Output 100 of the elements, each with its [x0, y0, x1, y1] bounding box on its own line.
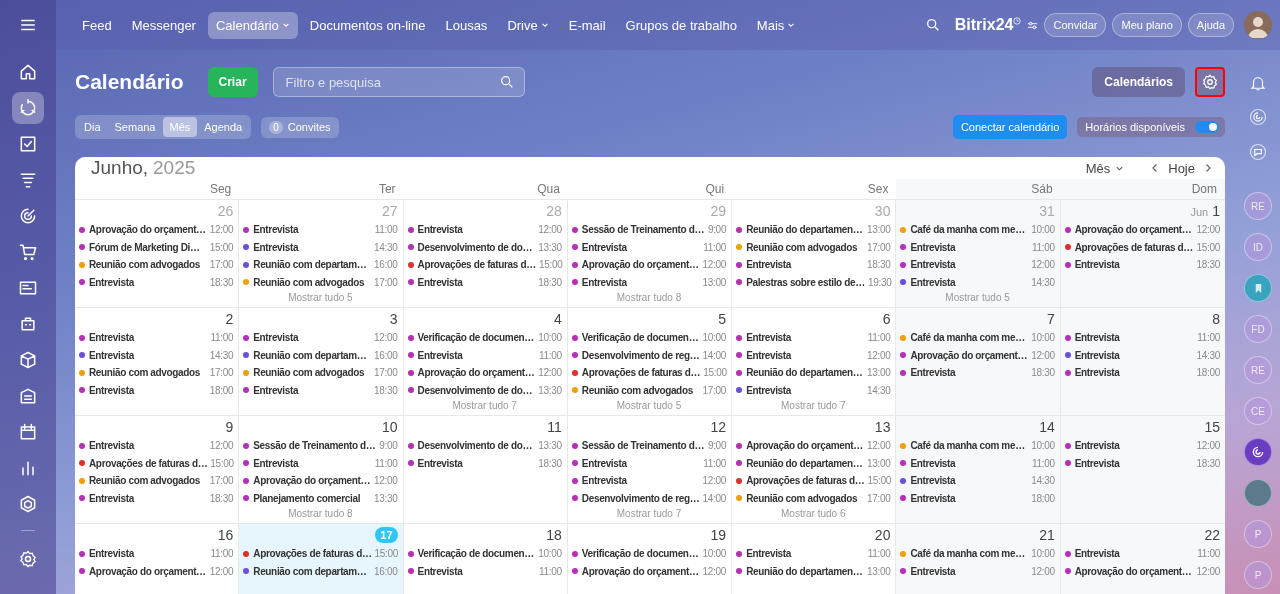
event-item[interactable]: Reunião com advogados 17:00	[79, 364, 234, 382]
day-cell[interactable]: 10 Sessão de Treinamento d… 9:00 Entrevista 11:00 Aprovação do orçament… 12:00 Planejamento comercial 13:30 Mostrar tudo 8	[239, 416, 404, 523]
event-item[interactable]: Café da manha com me… 10:00	[900, 221, 1055, 239]
day-cell[interactable]: 29 Sessão de Treinamento d… 9:00 Entrevista 11:00 Aprovação do orçament… 12:00 Entrevista 13:00 Mostrar tudo 8	[567, 200, 733, 307]
day-cell[interactable]: 5 Verificação de documen… 10:00 Desenvolvimento de reg… 14:00 Aprovações de faturas d… 15:00 Reunião com advogados 17:00 Mostrar tudo 5	[567, 308, 733, 415]
event-item[interactable]: Entrevista 14:30	[1064, 346, 1220, 364]
day-cell[interactable]: Jun 1 Aprovação do orçament… 12:00 Aprovações de faturas d… 15:00 Entrevista 18:30	[1060, 200, 1225, 307]
event-item[interactable]: Reunião com advogados 17:00	[571, 381, 727, 399]
bell-icon[interactable]	[1249, 74, 1267, 92]
chat-icon[interactable]	[1248, 142, 1268, 162]
event-item[interactable]: Reunião do departamen… 13:00	[736, 364, 891, 382]
event-item[interactable]: Desenvolvimento de do… 13:30	[407, 437, 562, 455]
event-item[interactable]: Aprovações de faturas d… 15:00	[1064, 238, 1220, 256]
event-item[interactable]: Aprovação do orçament… 12:00	[571, 562, 727, 580]
event-item[interactable]: Entrevista 11:00	[1064, 329, 1220, 347]
event-item[interactable]: Reunião com advogados 17:00	[736, 489, 891, 507]
day-cell[interactable]: 27 Entrevista 11:00 Entrevista 14:30 Reunião com departam… 16:00 Reunião com advogados 17:00 Mostrar tudo 5	[239, 200, 404, 307]
event-item[interactable]: Entrevista 12:00	[736, 346, 891, 364]
day-cell[interactable]: 4 Verificação de documen… 10:00 Entrevista 11:00 Aprovação do orçament… 12:00 Desenvolvimento de do… 13:30 Mostrar tudo 7	[403, 308, 568, 415]
search-icon[interactable]	[498, 74, 515, 90]
event-item[interactable]: Entrevista 18:00	[1064, 364, 1220, 382]
event-item[interactable]: Entrevista 11:00	[900, 238, 1055, 256]
event-item[interactable]: Entrevista 11:00	[407, 562, 562, 580]
today-button[interactable]: Hoje	[1166, 160, 1197, 176]
event-item[interactable]: Reunião com departam… 16:00	[243, 346, 398, 364]
nav-tab[interactable]: E-mail	[560, 11, 614, 39]
event-item[interactable]: Reunião com departam… 16:00	[243, 562, 398, 580]
event-item[interactable]: Entrevista 12:00	[243, 329, 398, 347]
event-item[interactable]: Reunião com advogados 17:00	[243, 273, 398, 291]
event-item[interactable]: Aprovações de faturas d… 15:00	[79, 454, 234, 472]
event-item[interactable]: Entrevista 18:30	[1064, 256, 1220, 274]
event-item[interactable]: Reunião do departamen… 13:00	[736, 221, 891, 239]
event-item[interactable]: Entrevista 11:00	[79, 545, 234, 563]
event-item[interactable]: Entrevista 18:30	[79, 489, 234, 507]
event-item[interactable]: Aprovação do orçament… 12:00	[407, 364, 562, 382]
event-item[interactable]: Sessão de Treinamento d… 9:00	[571, 221, 727, 239]
event-item[interactable]: Entrevista 11:00	[736, 329, 891, 347]
event-item[interactable]: Reunião com advogados 17:00	[79, 472, 234, 490]
event-item[interactable]: Verificação de documen… 10:00	[571, 545, 727, 563]
event-item[interactable]: Aprovação do orçament… 12:00	[736, 437, 891, 455]
calendars-button[interactable]: Calendários	[1092, 67, 1185, 97]
nav-tab[interactable]: Documentos on-line	[301, 11, 434, 39]
day-cell[interactable]: 28 Entrevista 12:00 Desenvolvimento de do… 13:30 Aprovações de faturas d… 15:00 Entrevista 18:30	[403, 200, 568, 307]
search-icon[interactable]	[924, 17, 941, 33]
user-avatar[interactable]	[1244, 11, 1272, 39]
sliders-icon[interactable]	[1027, 19, 1039, 31]
view-dropdown[interactable]: Mês	[1079, 159, 1131, 177]
event-item[interactable]: Entrevista 12:00	[571, 472, 727, 490]
toggle-switch[interactable]	[1195, 121, 1219, 133]
day-cell[interactable]: 15 Entrevista 12:00 Entrevista 18:30	[1060, 416, 1225, 523]
event-item[interactable]: Desenvolvimento de do… 13:30	[407, 381, 562, 399]
event-item[interactable]: Verificação de documen… 10:00	[407, 329, 562, 347]
event-item[interactable]: Verificação de documen… 10:00	[571, 329, 727, 347]
event-item[interactable]: Entrevista 14:30	[736, 381, 891, 399]
event-item[interactable]: Desenvolvimento de reg… 14:00	[571, 346, 727, 364]
day-cell[interactable]: 8 Entrevista 11:00 Entrevista 14:30 Entrevista 18:00	[1060, 308, 1225, 415]
event-item[interactable]: Entrevista 11:00	[571, 238, 727, 256]
settings-icon[interactable]	[18, 549, 38, 569]
event-item[interactable]: Reunião do departamen… 13:00	[736, 562, 891, 580]
event-item[interactable]: Aprovação do orçament… 12:00	[79, 221, 234, 239]
event-item[interactable]: Entrevista 18:30	[79, 273, 234, 291]
event-item[interactable]: Verificação de documen… 10:00	[407, 545, 562, 563]
event-item[interactable]: Entrevista 12:00	[79, 437, 234, 455]
day-cell[interactable]: 31 Café da manha com me… 10:00 Entrevista 11:00 Entrevista 12:00 Entrevista 14:30 Mostrar tudo 5	[896, 200, 1061, 307]
nav-tab[interactable]: Lousas	[437, 11, 496, 39]
event-item[interactable]: Aprovação do orçament… 12:00	[79, 562, 234, 580]
event-item[interactable]: Entrevista 14:30	[79, 346, 234, 364]
event-item[interactable]: Aprovações de faturas d… 15:00	[243, 545, 398, 563]
event-item[interactable]: Aprovação do orçament… 12:00	[900, 346, 1055, 364]
event-item[interactable]: Entrevista 11:00	[79, 329, 234, 347]
event-item[interactable]: Entrevista 18:30	[900, 364, 1055, 382]
event-item[interactable]: Entrevista 18:30	[407, 454, 562, 472]
event-item[interactable]: Entrevista 11:00	[736, 545, 891, 563]
event-item[interactable]: Entrevista 18:30	[407, 273, 562, 291]
event-item[interactable]: Entrevista 14:30	[900, 472, 1055, 490]
settings-button[interactable]	[1195, 67, 1225, 97]
event-item[interactable]: Café da manha com me… 10:00	[900, 437, 1055, 455]
day-cell[interactable]: 2 Entrevista 11:00 Entrevista 14:30 Reunião com advogados 17:00 Entrevista 18:00	[75, 308, 240, 415]
event-item[interactable]: Reunião com advogados 17:00	[736, 238, 891, 256]
day-cell[interactable]: 12 Sessão de Treinamento d… 9:00 Entrevista 11:00 Entrevista 12:00 Desenvolvimento de reg… 14:00 Mostrar tudo 7	[567, 416, 733, 523]
day-cell[interactable]: 22 Entrevista 11:00 Aprovação do orçament… 12:00	[1060, 524, 1225, 594]
sidebar-item[interactable]	[12, 92, 44, 124]
event-item[interactable]: Entrevista 11:00	[407, 346, 562, 364]
spiral-icon[interactable]	[1248, 107, 1268, 127]
event-item[interactable]: Aprovações de faturas d… 15:00	[736, 472, 891, 490]
event-item[interactable]: Aprovações de faturas d… 15:00	[407, 256, 562, 274]
event-item[interactable]: Café da manha com me… 10:00	[900, 329, 1055, 347]
event-item[interactable]: Fórum de Marketing Di… 15:00	[79, 238, 234, 256]
event-item[interactable]: Aprovação do orçament… 12:00	[1064, 562, 1220, 580]
event-item[interactable]: Aprovações de faturas d… 15:00	[571, 364, 727, 382]
event-item[interactable]: Reunião com departam… 16:00	[243, 256, 398, 274]
event-item[interactable]: Entrevista 12:00	[900, 562, 1055, 580]
event-item[interactable]: Desenvolvimento de reg… 14:00	[571, 489, 727, 507]
event-item[interactable]: Planejamento comercial 13:30	[243, 489, 398, 507]
event-item[interactable]: Entrevista 11:00	[900, 454, 1055, 472]
event-item[interactable]: Reunião com advogados 17:00	[243, 364, 398, 382]
nav-tab[interactable]: Mais	[748, 11, 804, 39]
nav-tab[interactable]: Drive	[499, 11, 557, 39]
nav-tab[interactable]: Feed	[74, 11, 120, 39]
event-item[interactable]: Entrevista 11:00	[571, 454, 727, 472]
